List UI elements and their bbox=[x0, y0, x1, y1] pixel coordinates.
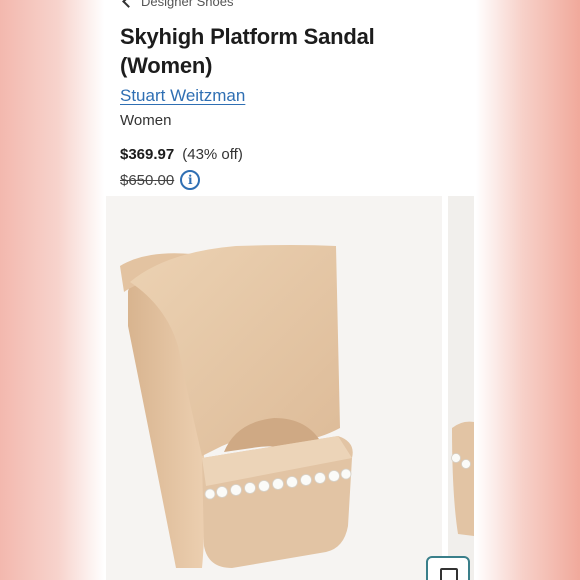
info-icon[interactable]: i bbox=[180, 170, 201, 190]
list-view-button[interactable] bbox=[426, 556, 470, 580]
breadcrumb[interactable]: Designer Shoes bbox=[120, 0, 234, 9]
original-price: $650.00 bbox=[120, 171, 175, 189]
product-card: Designer Shoes Skyhigh Platform Sandal (… bbox=[106, 0, 474, 580]
breadcrumb-label[interactable]: Designer Shoes bbox=[141, 0, 234, 9]
list-icon bbox=[440, 568, 458, 580]
product-title: Skyhigh Platform Sandal (Women) bbox=[120, 24, 375, 78]
brand-link[interactable]: Stuart Weitzman bbox=[120, 86, 245, 106]
department-label: Women bbox=[120, 112, 172, 129]
original-price-row: $650.00 i bbox=[120, 170, 201, 190]
chevron-left-icon[interactable] bbox=[122, 0, 135, 8]
shoe-image bbox=[106, 196, 474, 580]
discount-label: (43% off) bbox=[182, 146, 243, 163]
price-row: $369.97 (43% off) bbox=[120, 146, 243, 163]
next-image-preview[interactable] bbox=[442, 196, 474, 580]
product-image[interactable] bbox=[106, 196, 474, 580]
sale-price: $369.97 bbox=[120, 146, 175, 163]
shoe-thumbnail bbox=[451, 421, 474, 536]
